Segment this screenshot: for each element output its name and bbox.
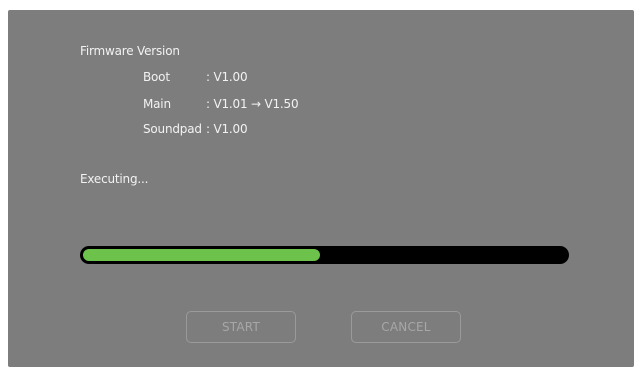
firmware-update-dialog: Firmware Version Boot : V1.00 Main : V1.… (8, 10, 634, 367)
boot-version: : V1.00 (206, 70, 248, 84)
soundpad-version: : V1.00 (206, 122, 248, 136)
boot-label: Boot (143, 70, 170, 84)
main-label: Main (143, 97, 171, 111)
progress-bar-fill (83, 249, 320, 261)
status-text: Executing... (80, 172, 149, 186)
progress-bar (80, 246, 569, 264)
cancel-button[interactable]: CANCEL (351, 311, 461, 343)
firmware-version-title: Firmware Version (80, 44, 180, 58)
main-version: : V1.01 → V1.50 (206, 97, 299, 111)
start-button[interactable]: START (186, 311, 296, 343)
soundpad-label: Soundpad (143, 122, 202, 136)
